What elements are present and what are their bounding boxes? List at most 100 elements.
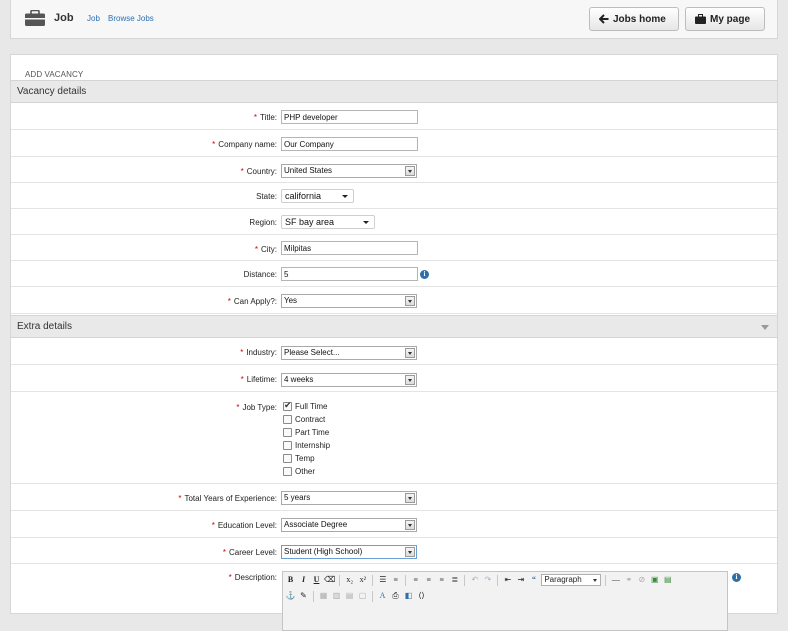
education-select[interactable]: Associate Degree [281,518,417,532]
checkbox[interactable] [283,414,292,424]
format-select[interactable]: Paragraph [541,574,602,586]
distance-input[interactable] [281,267,418,281]
jobs-home-button[interactable]: Jobs home [589,7,679,31]
career-label: * Career Level: [222,548,277,557]
column-icon[interactable]: ▤ [344,590,355,602]
section-vacancy-details[interactable]: Vacancy details [11,80,777,103]
career-select[interactable]: Student (High School) [281,545,417,559]
toolbar-separator [372,574,374,586]
subscript-icon[interactable]: x₂ [344,574,355,586]
industry-select[interactable]: Please Select... [281,346,417,360]
info-icon[interactable]: i [420,270,429,279]
print-icon[interactable]: ⎙ [390,590,401,602]
html-source-icon[interactable]: ⟨⟩ [416,590,427,602]
title-label: * Title: [253,113,277,122]
career-value: Student (High School) [284,547,363,556]
image-icon[interactable]: ▣ [649,574,660,586]
checkbox[interactable] [283,440,292,450]
required-mark: * [228,573,232,582]
education-row: * Education Level: Associate Degree [11,511,777,538]
job-type-label: * Job Type: [236,403,277,412]
bullet-list-icon[interactable]: ☰ [377,574,388,586]
briefcase-icon [695,14,706,24]
can-apply-select[interactable]: Yes [281,294,417,308]
required-mark: * [240,348,244,357]
blockquote-icon[interactable]: “ [528,574,539,586]
align-left-icon[interactable]: ≡ [410,574,421,586]
job-type-other[interactable]: Other [283,465,315,477]
career-row: * Career Level: Student (High School) [11,538,777,564]
education-value: Associate Degree [284,520,348,529]
description-editor[interactable]: B I U ⌫ x₂ x² ☰ ≡ ≡ ≡ ≡ ≣ ↶ ↷ ⇤ ⇥ “ Para… [282,571,728,631]
outdent-icon[interactable]: ⇤ [502,574,513,586]
company-name-input[interactable] [281,137,418,151]
region-value: SF bay area [285,217,335,227]
info-icon[interactable]: i [732,573,741,582]
country-value: United States [284,166,333,175]
preview-icon[interactable]: ◧ [403,590,414,602]
job-type-temp[interactable]: Temp [283,452,315,464]
section-title: Vacancy details [17,86,87,97]
clear-format-icon[interactable]: ⌫ [324,574,335,586]
city-input[interactable] [281,241,418,255]
checkbox[interactable] [283,400,292,411]
indent-icon[interactable]: ⇥ [515,574,526,586]
app-title: Job [54,12,74,24]
bold-icon[interactable]: B [285,574,296,586]
description-label: * Description: [228,573,277,582]
can-apply-value: Yes [284,296,298,305]
spellcheck-icon[interactable]: A [377,590,388,602]
link-icon[interactable]: ⚭ [623,574,634,586]
lifetime-select[interactable]: 4 weeks [281,373,417,387]
state-select[interactable]: california [281,189,354,203]
chevron-down-icon [405,166,415,176]
experience-select[interactable]: 5 years [281,491,417,505]
anchor-icon[interactable]: ⚓ [285,590,296,602]
checkbox[interactable] [283,427,292,437]
company-label: * Company name: [212,140,277,149]
lifetime-label: * Lifetime: [240,375,277,384]
checkbox[interactable] [283,466,292,476]
align-center-icon[interactable]: ≡ [423,574,434,586]
job-type-part-time[interactable]: Part Time [283,426,329,438]
align-justify-icon[interactable]: ≣ [449,574,460,586]
numbered-list-icon[interactable]: ≡ [390,574,401,586]
breadcrumb-browse-jobs[interactable]: Browse Jobs [108,14,154,23]
industry-label: * Industry: [240,348,277,357]
redo-icon[interactable]: ↷ [482,574,493,586]
my-page-button[interactable]: My page [685,7,765,31]
underline-icon[interactable]: U [311,574,322,586]
row-icon[interactable]: ▥ [331,590,342,602]
italic-icon[interactable]: I [298,574,309,586]
industry-row: * Industry: Please Select... [11,338,777,365]
experience-value: 5 years [284,493,311,502]
edit-icon[interactable]: ✎ [298,590,309,602]
breadcrumb-job[interactable]: Job [87,14,100,23]
toolbar-separator [405,574,407,586]
cell-icon[interactable]: ▢ [357,590,368,602]
title-input[interactable] [281,110,418,124]
superscript-icon[interactable]: x² [357,574,368,586]
job-type-full-time[interactable]: Full Time [283,400,327,412]
checkbox[interactable] [283,453,292,463]
job-type-contract[interactable]: Contract [283,413,325,425]
toolbar-separator [497,574,499,586]
unlink-icon[interactable]: ⊘ [636,574,647,586]
align-right-icon[interactable]: ≡ [436,574,447,586]
section-extra-details[interactable]: Extra details [11,315,777,338]
country-row: * Country: United States [11,157,777,183]
required-mark: * [222,548,226,557]
undo-icon[interactable]: ↶ [469,574,480,586]
region-select[interactable]: SF bay area [281,215,375,229]
required-mark: * [227,297,231,306]
job-type-internship[interactable]: Internship [283,439,330,451]
country-select[interactable]: United States [281,164,417,178]
media-icon[interactable]: ▤ [662,574,673,586]
horizontal-rule-icon[interactable]: — [610,574,621,586]
checkbox-label: Contract [295,414,326,424]
chevron-down-icon[interactable] [761,325,769,330]
checkbox-label: Part Time [295,427,330,437]
table-icon[interactable]: ▦ [318,590,329,602]
chevron-down-icon [405,520,415,530]
chevron-down-icon [405,547,415,557]
